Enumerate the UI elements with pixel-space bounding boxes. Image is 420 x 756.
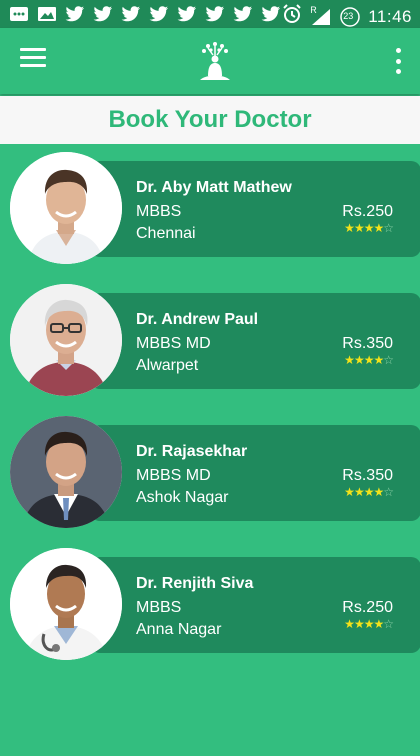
- twitter-icon: [120, 4, 142, 24]
- message-icon: [8, 4, 30, 24]
- doctor-degree: MBBS: [136, 599, 182, 616]
- signal-icon: R: [310, 4, 332, 27]
- star-empty-icon: ☆: [383, 617, 394, 631]
- doctor-item[interactable]: Dr. Andrew Paul MBBS MD Alwarpet Rs.350 …: [10, 284, 420, 396]
- twitter-icon: [176, 4, 198, 24]
- doctor-degree: MBBS: [136, 203, 182, 220]
- battery-icon: 23: [340, 6, 360, 27]
- star-filled-icon: ★: [373, 353, 384, 367]
- doctor-location: Chennai: [136, 225, 196, 242]
- star-filled-icon: ★: [363, 617, 375, 631]
- doctor-degree: MBBS MD: [136, 467, 211, 484]
- system-icons: R 23 11:46: [282, 4, 412, 29]
- status-bar: R 23 11:46: [0, 0, 420, 28]
- twitter-icon: [260, 4, 282, 24]
- doctor-avatar: [10, 416, 122, 528]
- doctor-fee: Rs.250: [342, 203, 393, 220]
- star-filled-icon: ★: [344, 221, 355, 235]
- doctor-item[interactable]: Dr. Aby Matt Mathew MBBS Chennai Rs.250 …: [10, 152, 420, 264]
- star-empty-icon: ☆: [383, 485, 394, 499]
- star-filled-icon: ★: [344, 353, 355, 367]
- doctor-name: Dr. Rajasekhar: [136, 443, 248, 460]
- page-header: Book Your Doctor: [0, 96, 420, 144]
- star-filled-icon: ★: [373, 221, 384, 235]
- doctor-avatar: [10, 284, 122, 396]
- doctor-card[interactable]: Dr. Renjith Siva MBBS Anna Nagar Rs.250 …: [90, 557, 420, 653]
- star-filled-icon: ★: [344, 485, 355, 499]
- clock: 11:46: [368, 6, 412, 26]
- meditation-logo-icon: [196, 38, 234, 84]
- star-filled-icon: ★: [373, 485, 384, 499]
- rating-stars: ★★★★☆: [344, 221, 394, 235]
- doctor-degree: MBBS MD: [136, 335, 211, 352]
- page-title: Book Your Doctor: [108, 106, 312, 133]
- doctor-fee: Rs.250: [342, 599, 393, 616]
- star-filled-icon: ★: [363, 221, 375, 235]
- notification-icons: [8, 4, 282, 24]
- doctor-location: Ashok Nagar: [136, 489, 229, 506]
- star-filled-icon: ★: [373, 617, 384, 631]
- twitter-icon: [204, 4, 226, 24]
- doctor-avatar: [10, 548, 122, 660]
- more-vert-icon[interactable]: [394, 48, 402, 74]
- star-filled-icon: ★: [363, 353, 375, 367]
- menu-icon[interactable]: [20, 48, 46, 70]
- star-filled-icon: ★: [353, 353, 365, 367]
- doctor-name: Dr. Aby Matt Mathew: [136, 179, 292, 196]
- star-filled-icon: ★: [353, 485, 365, 499]
- twitter-icon: [64, 4, 86, 24]
- star-empty-icon: ☆: [383, 353, 394, 367]
- rating-stars: ★★★★☆: [344, 485, 394, 499]
- doctor-fee: Rs.350: [342, 467, 393, 484]
- doctor-item[interactable]: Dr. Renjith Siva MBBS Anna Nagar Rs.250 …: [10, 548, 420, 660]
- alarm-icon: [282, 4, 302, 29]
- notification-count: 23: [343, 10, 354, 21]
- doctor-location: Alwarpet: [136, 357, 199, 374]
- doctor-name: Dr. Andrew Paul: [136, 311, 259, 328]
- doctor-location: Anna Nagar: [136, 621, 222, 638]
- twitter-icon: [148, 4, 170, 24]
- star-filled-icon: ★: [353, 617, 365, 631]
- twitter-icon: [232, 4, 254, 24]
- twitter-icon: [92, 4, 114, 24]
- star-filled-icon: ★: [353, 221, 365, 235]
- doctor-card[interactable]: Dr. Aby Matt Mathew MBBS Chennai Rs.250 …: [90, 161, 420, 257]
- doctor-avatar: [10, 152, 122, 264]
- doctor-name: Dr. Renjith Siva: [136, 575, 254, 592]
- star-filled-icon: ★: [344, 617, 355, 631]
- doctor-fee: Rs.350: [342, 335, 393, 352]
- doctor-card[interactable]: Dr. Andrew Paul MBBS MD Alwarpet Rs.350 …: [90, 293, 420, 389]
- star-empty-icon: ☆: [383, 221, 394, 235]
- star-filled-icon: ★: [363, 485, 375, 499]
- network-type: R: [310, 4, 317, 15]
- doctor-item[interactable]: Dr. Rajasekhar MBBS MD Ashok Nagar Rs.35…: [10, 416, 420, 528]
- doctor-card[interactable]: Dr. Rajasekhar MBBS MD Ashok Nagar Rs.35…: [90, 425, 420, 521]
- rating-stars: ★★★★☆: [344, 617, 394, 631]
- rating-stars: ★★★★☆: [344, 353, 394, 367]
- image-icon: [36, 4, 58, 24]
- app-bar: [0, 28, 420, 94]
